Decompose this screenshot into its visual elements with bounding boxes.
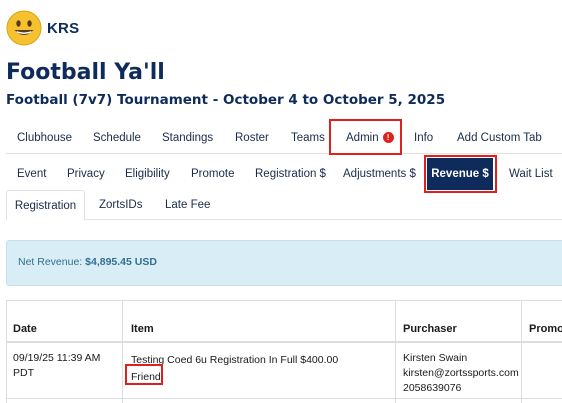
tab-label: Info [414, 132, 434, 144]
tab-zortsids[interactable]: ZortsIDs [99, 190, 142, 220]
row-divider [7, 398, 562, 399]
brand-name[interactable]: KRS [47, 20, 79, 37]
tab-registration-fees[interactable]: Registration $ [255, 158, 326, 190]
row-purchaser-name: Kirsten Swain [403, 352, 468, 364]
column-header-item[interactable]: Item [131, 323, 154, 335]
tab-registration[interactable]: Registration [6, 190, 85, 221]
tab-event[interactable]: Event [17, 158, 46, 190]
tab-eligibility[interactable]: Eligibility [125, 158, 170, 190]
net-revenue-value: $4,895.45 USD [85, 256, 157, 268]
row-date: 09/19/25 11:39 AM [13, 352, 101, 364]
revenue-tab-bar: Registration ZortsIDs Late Fee [6, 190, 562, 221]
tab-label: Roster [235, 132, 269, 144]
tab-promote[interactable]: Promote [191, 158, 234, 190]
tab-label: Teams [291, 132, 325, 144]
net-revenue-text: Net Revenue: $4,895.45 USD [18, 256, 157, 268]
column-header-date[interactable]: Date [13, 323, 37, 335]
tab-schedule[interactable]: Schedule [93, 123, 141, 154]
table-header: Date Item Purchaser Promo [7, 301, 562, 343]
admin-tab-highlight [329, 119, 402, 155]
tab-label: Clubhouse [17, 132, 72, 144]
brand-header: KRS [6, 9, 79, 47]
column-header-promo[interactable]: Promo [529, 323, 562, 335]
tab-label: ZortsIDs [99, 199, 143, 211]
row-purchaser-email[interactable]: kirsten@zortssports.com [403, 366, 519, 381]
row-date-tz: PDT [13, 367, 34, 379]
main-tab-bar: Clubhouse Schedule Standings Roster Team… [6, 123, 562, 154]
page-subtitle: Football (7v7) Tournament - October 4 to… [6, 92, 446, 108]
tab-label: Promote [191, 168, 235, 180]
column-header-purchaser[interactable]: Purchaser [403, 323, 457, 335]
tab-label: Adjustments $ [343, 168, 416, 180]
tab-label: Registration [14, 200, 77, 212]
net-revenue-label: Net Revenue: [18, 256, 83, 268]
tab-add-custom[interactable]: Add Custom Tab [457, 123, 542, 154]
page-title: Football Ya'll [6, 60, 165, 85]
tab-label: Add Custom Tab [457, 132, 542, 144]
tab-label: Privacy [67, 168, 105, 180]
tab-label: Wait List [509, 168, 553, 180]
friend-tag-highlight [125, 364, 163, 385]
tab-teams[interactable]: Teams [291, 123, 325, 154]
tab-label: Eligibility [125, 168, 170, 180]
tab-adjustments[interactable]: Adjustments $ [343, 158, 416, 190]
tab-label: Late Fee [165, 199, 211, 211]
tab-label: Registration $ [255, 168, 326, 180]
tab-late-fee[interactable]: Late Fee [165, 190, 210, 220]
tab-privacy[interactable]: Privacy [67, 158, 105, 190]
tab-roster[interactable]: Roster [235, 123, 269, 154]
tab-standings[interactable]: Standings [162, 123, 213, 154]
revenue-table: Date Item Purchaser Promo 09/19/25 11:39… [6, 300, 562, 403]
net-revenue-panel: Net Revenue: $4,895.45 USD [6, 240, 562, 286]
row-purchaser-phone: 2058639076 [403, 382, 462, 394]
tab-label: Event [17, 168, 47, 180]
tab-label: Schedule [93, 132, 141, 144]
tab-info[interactable]: Info [414, 123, 433, 154]
tab-wait-list[interactable]: Wait List [509, 158, 553, 190]
smiley-face-icon [6, 10, 42, 46]
tab-label: Standings [162, 132, 214, 144]
tab-clubhouse[interactable]: Clubhouse [17, 123, 72, 154]
revenue-tab-highlight [424, 155, 497, 193]
